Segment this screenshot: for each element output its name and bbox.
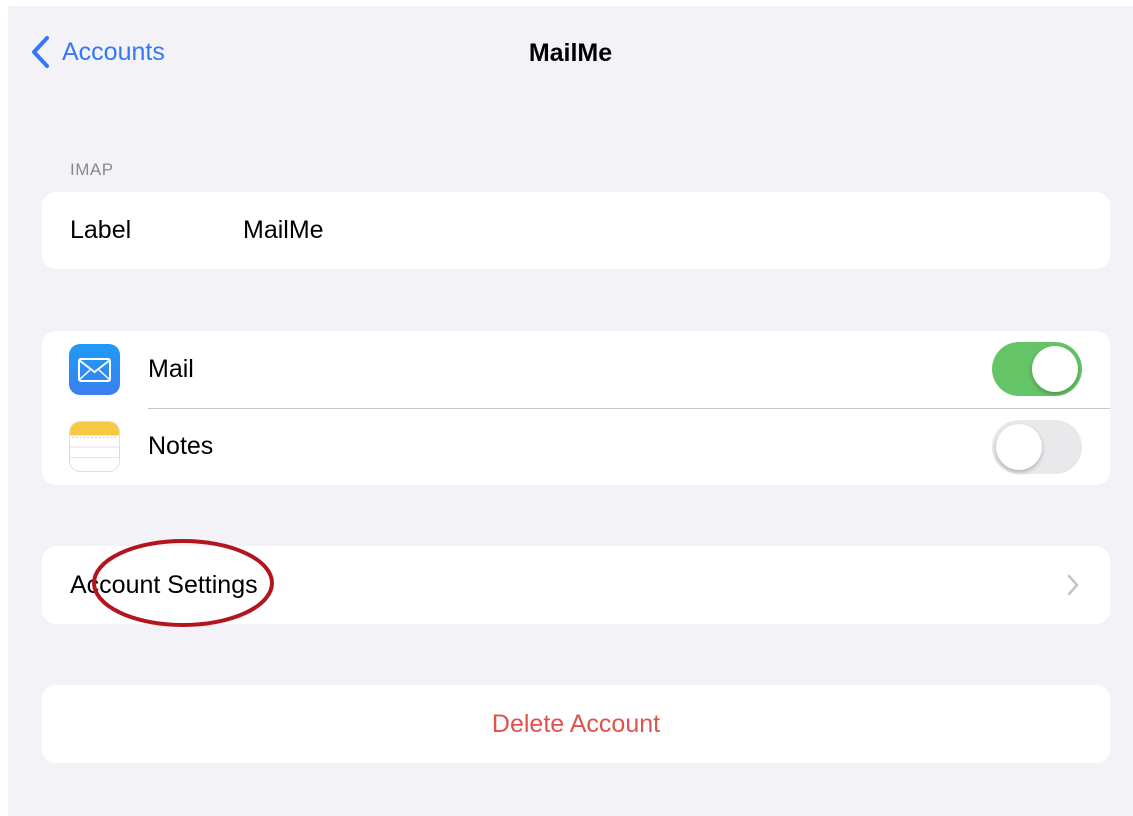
section-header-imap: IMAP bbox=[70, 160, 114, 179]
account-settings-row[interactable]: Account Settings bbox=[42, 546, 1110, 624]
account-settings-label: Account Settings bbox=[70, 570, 258, 599]
mail-icon bbox=[69, 344, 120, 395]
app-name-mail: Mail bbox=[148, 355, 194, 383]
app-row-notes: Notes bbox=[42, 408, 1110, 485]
mail-toggle[interactable] bbox=[992, 342, 1082, 396]
label-key: Label bbox=[70, 216, 132, 244]
page-title: MailMe bbox=[528, 39, 613, 67]
app-row-mail: Mail bbox=[42, 331, 1110, 408]
delete-account-label: Delete Account bbox=[491, 709, 661, 738]
delete-account-button[interactable]: Delete Account bbox=[42, 685, 1110, 763]
toggle-knob bbox=[1032, 346, 1078, 392]
settings-screen: Accounts MailMe IMAP Label MailMe Mail N… bbox=[8, 6, 1133, 816]
account-settings-group: Account Settings bbox=[42, 546, 1110, 624]
label-row[interactable]: Label MailMe bbox=[42, 192, 1110, 269]
notes-icon bbox=[69, 421, 120, 472]
apps-group: Mail Notes bbox=[42, 331, 1110, 485]
delete-group: Delete Account bbox=[42, 685, 1110, 763]
app-name-notes: Notes bbox=[148, 432, 214, 460]
label-value-field[interactable]: MailMe bbox=[243, 216, 324, 245]
label-group: Label MailMe bbox=[42, 192, 1110, 269]
toggle-knob bbox=[996, 424, 1042, 470]
chevron-right-icon bbox=[1067, 574, 1079, 596]
navigation-bar: Accounts MailMe bbox=[8, 6, 1133, 96]
notes-toggle[interactable] bbox=[992, 420, 1082, 474]
